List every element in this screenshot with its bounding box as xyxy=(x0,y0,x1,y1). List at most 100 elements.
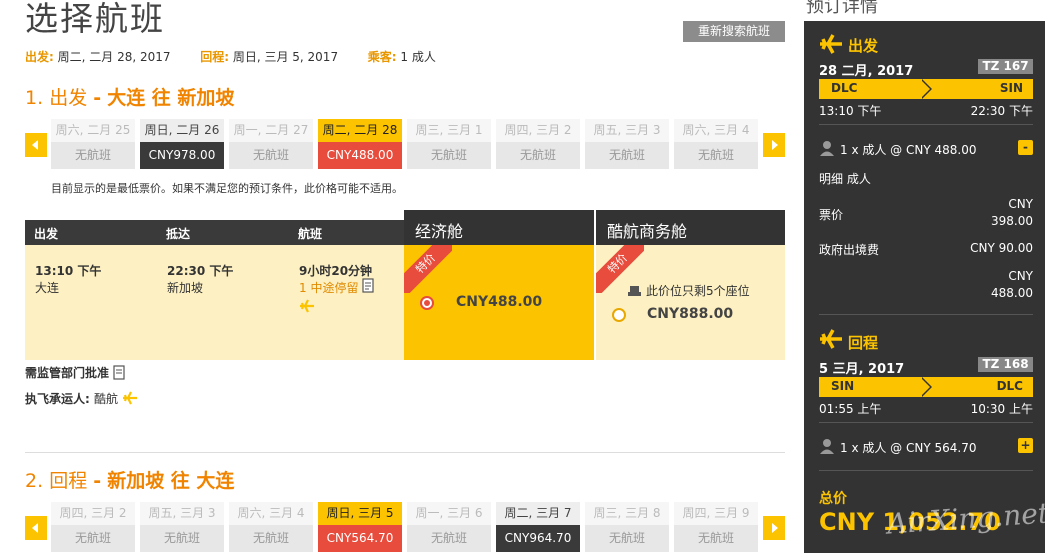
outbound-route-bar: DLC SIN xyxy=(819,79,1033,99)
date-option-price: 无航班 xyxy=(674,142,758,169)
prev-dates-button[interactable] xyxy=(25,516,47,540)
seats-remaining-note: 此价位只剩5个座位 xyxy=(646,284,750,298)
outbound-date-strip: 周六, 二月 25 无航班 周日, 二月 26 CNY978.00 周一, 二月 27 无… xyxy=(25,119,785,169)
date-option[interactable]: 周一, 二月 27 无航班 xyxy=(229,119,313,169)
date-option-price: CNY564.70 xyxy=(318,525,402,552)
outbound-label: 出发 xyxy=(848,37,879,55)
date-option[interactable]: 周六, 三月 4 无航班 xyxy=(674,119,758,169)
date-option-price: CNY964.70 xyxy=(496,525,580,552)
section-dash: - xyxy=(93,87,102,109)
date-option-price: 无航班 xyxy=(585,525,669,552)
section-route: 新加坡 往 大连 xyxy=(107,470,235,492)
date-option[interactable]: 周三, 三月 1 无航班 xyxy=(407,119,491,169)
next-dates-button[interactable] xyxy=(763,133,785,157)
depart-city: 大连 xyxy=(35,281,60,295)
person-icon xyxy=(819,438,835,457)
airplane-icon xyxy=(818,33,844,58)
date-option-label: 周四, 三月 2 xyxy=(51,502,135,525)
date-option[interactable]: 周一, 三月 6 无航班 xyxy=(407,502,491,552)
date-option[interactable]: 周四, 三月 2 无航班 xyxy=(51,502,135,552)
return-passenger-price: 1 x 成人 @ CNY 564.70 xyxy=(840,441,977,455)
business-radio[interactable] xyxy=(612,308,626,322)
route-to: DLC xyxy=(996,379,1023,393)
header-flight: 航班 xyxy=(298,227,323,241)
header-depart: 出发 xyxy=(34,227,59,241)
date-option[interactable]: 周五, 三月 3 无航班 xyxy=(585,119,669,169)
trip-summary: 出发: 周二, 二月 28, 2017 回程: 周日, 三月 5, 2017 乘… xyxy=(25,48,436,65)
departure-time: 13:10 下午 xyxy=(819,104,882,118)
carrier-value: 酷航 xyxy=(94,392,119,406)
return-route-bar: SIN DLC xyxy=(819,377,1033,397)
economy-radio[interactable] xyxy=(420,296,434,310)
return-date: 5 三月, 2017 xyxy=(819,362,905,377)
date-option[interactable]: 周六, 三月 4 无航班 xyxy=(229,502,313,552)
outbound-section-title: 1. 出发 - 大连 往 新加坡 xyxy=(25,83,234,110)
inbound-section-title: 2. 回程 - 新加坡 往 大连 xyxy=(25,466,234,493)
watermark: AirXing.net xyxy=(886,496,1045,541)
arrival-time: 10:30 上午 xyxy=(970,402,1033,416)
date-option[interactable]: 周四, 三月 9 无航班 xyxy=(674,502,758,552)
date-option[interactable]: 周二, 二月 28 CNY488.00 xyxy=(318,119,402,169)
regulatory-text: 需监管部门批准 xyxy=(25,366,110,380)
return-flight-number: TZ 168 xyxy=(978,357,1033,372)
date-option[interactable]: 周日, 三月 5 CNY564.70 xyxy=(318,502,402,552)
document-icon[interactable] xyxy=(113,364,125,383)
date-option-price: 无航班 xyxy=(51,525,135,552)
date-option-price: 无航班 xyxy=(407,142,491,169)
economy-cabin-name: 经济舱 xyxy=(404,210,594,245)
date-option-price: 无航班 xyxy=(51,142,135,169)
flight-row: 13:10 下午 大连 22:30 下午 新加坡 9小时20分钟 1 中途停留 xyxy=(25,245,404,360)
date-option-label: 周二, 三月 7 xyxy=(496,502,580,525)
flight-table: 出发 抵达 航班 13:10 下午 大连 22:30 下午 新加坡 9小时20分… xyxy=(25,210,785,360)
date-option[interactable]: 周二, 三月 7 CNY964.70 xyxy=(496,502,580,552)
date-option-label: 周三, 三月 1 xyxy=(407,119,491,142)
collapse-details-toggle[interactable]: - xyxy=(1018,140,1033,155)
expand-details-toggle[interactable]: + xyxy=(1018,438,1033,453)
section-number: 2. xyxy=(25,470,44,492)
person-icon xyxy=(819,140,835,159)
document-icon[interactable] xyxy=(362,278,374,296)
airplane-icon xyxy=(818,328,844,353)
total-label: 总价 xyxy=(819,491,847,507)
business-fare-cell[interactable]: 特价 此价位只剩5个座位 CNY888.00 xyxy=(596,245,785,360)
date-option-price: 无航班 xyxy=(407,525,491,552)
divider xyxy=(819,422,1033,423)
research-flights-button[interactable]: 重新搜索航班 xyxy=(683,21,785,42)
date-option[interactable]: 周三, 三月 8 无航班 xyxy=(585,502,669,552)
date-option-price: 无航班 xyxy=(496,142,580,169)
main-content: 选择航班 重新搜索航班 出发: 周二, 二月 28, 2017 回程: 周日, … xyxy=(0,0,800,553)
prev-dates-button[interactable] xyxy=(25,133,47,157)
outbound-flight-number: TZ 167 xyxy=(978,59,1033,74)
section-divider xyxy=(25,452,785,453)
date-option-label: 周日, 二月 26 xyxy=(140,119,224,142)
date-option-label: 周六, 三月 4 xyxy=(674,119,758,142)
date-option-label: 周二, 二月 28 xyxy=(318,119,402,142)
route-from: DLC xyxy=(831,81,858,95)
section-number: 1. xyxy=(25,87,44,109)
passenger-label: 乘客: xyxy=(367,50,397,64)
fare-currency: CNY xyxy=(1008,197,1033,211)
date-option-price: 无航班 xyxy=(140,525,224,552)
date-option-label: 周五, 三月 3 xyxy=(140,502,224,525)
passenger-value: 1 成人 xyxy=(400,50,436,64)
divider xyxy=(819,124,1033,125)
economy-cabin: 经济舱 特价 CNY488.00 xyxy=(404,210,594,360)
business-cabin: 酷航商务舱 特价 此价位只剩5个座位 CNY888.00 xyxy=(596,210,785,360)
stops-link[interactable]: 1 中途停留 xyxy=(299,279,358,296)
depart-label: 出发: xyxy=(25,50,54,64)
date-option[interactable]: 周六, 二月 25 无航班 xyxy=(51,119,135,169)
economy-fare-cell[interactable]: 特价 CNY488.00 xyxy=(404,245,594,360)
flight-duration: 9小时20分钟 xyxy=(299,264,373,278)
tax-row: 政府出境费 CNY 90.00 xyxy=(819,241,1033,258)
date-option-label: 周日, 三月 5 xyxy=(318,502,402,525)
date-option-price: 无航班 xyxy=(229,142,313,169)
date-option-price: 无航班 xyxy=(674,525,758,552)
outbound-date: 28 二月, 2017 xyxy=(819,64,914,79)
date-option[interactable]: 周五, 三月 3 无航班 xyxy=(140,502,224,552)
date-option[interactable]: 周四, 三月 2 无航班 xyxy=(496,119,580,169)
breakdown-title: 明细 成人 xyxy=(819,172,871,186)
date-option-label: 周四, 三月 9 xyxy=(674,502,758,525)
date-option[interactable]: 周日, 二月 26 CNY978.00 xyxy=(140,119,224,169)
date-option-price: 无航班 xyxy=(585,142,669,169)
next-dates-button[interactable] xyxy=(763,516,785,540)
